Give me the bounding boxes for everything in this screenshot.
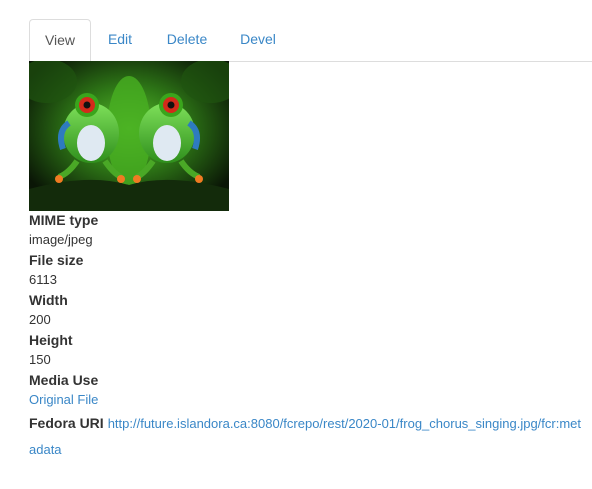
fedora-uri-label: Fedora URI — [29, 415, 104, 431]
media-page: View Edit Delete Devel MIME type image/j… — [0, 0, 592, 489]
tab-view[interactable]: View — [29, 19, 91, 62]
file-size-value: 6113 — [29, 272, 57, 287]
height-label: Height — [29, 332, 73, 348]
mime-type-label: MIME type — [29, 212, 99, 228]
fedora-uri-link[interactable]: http://future.islandora.ca:8080/fcrepo/r… — [29, 416, 581, 457]
mime-type-value: image/jpeg — [29, 232, 93, 247]
media-use-link[interactable]: Original File — [29, 390, 589, 410]
height-value: 150 — [29, 352, 51, 367]
fedora-uri-row: Fedora URI http://future.islandora.ca:808… — [29, 410, 585, 463]
tab-devel[interactable]: Devel — [228, 19, 288, 60]
tab-bar: View Edit Delete Devel — [29, 19, 592, 62]
tab-delete[interactable]: Delete — [154, 19, 220, 60]
file-size-label: File size — [29, 252, 84, 268]
width-label: Width — [29, 292, 68, 308]
media-use-label: Media Use — [29, 372, 99, 388]
tab-edit[interactable]: Edit — [94, 19, 146, 60]
media-fields: MIME type image/jpeg File size 6113 Widt… — [29, 210, 589, 463]
frog-image — [29, 61, 229, 211]
width-value: 200 — [29, 312, 51, 327]
